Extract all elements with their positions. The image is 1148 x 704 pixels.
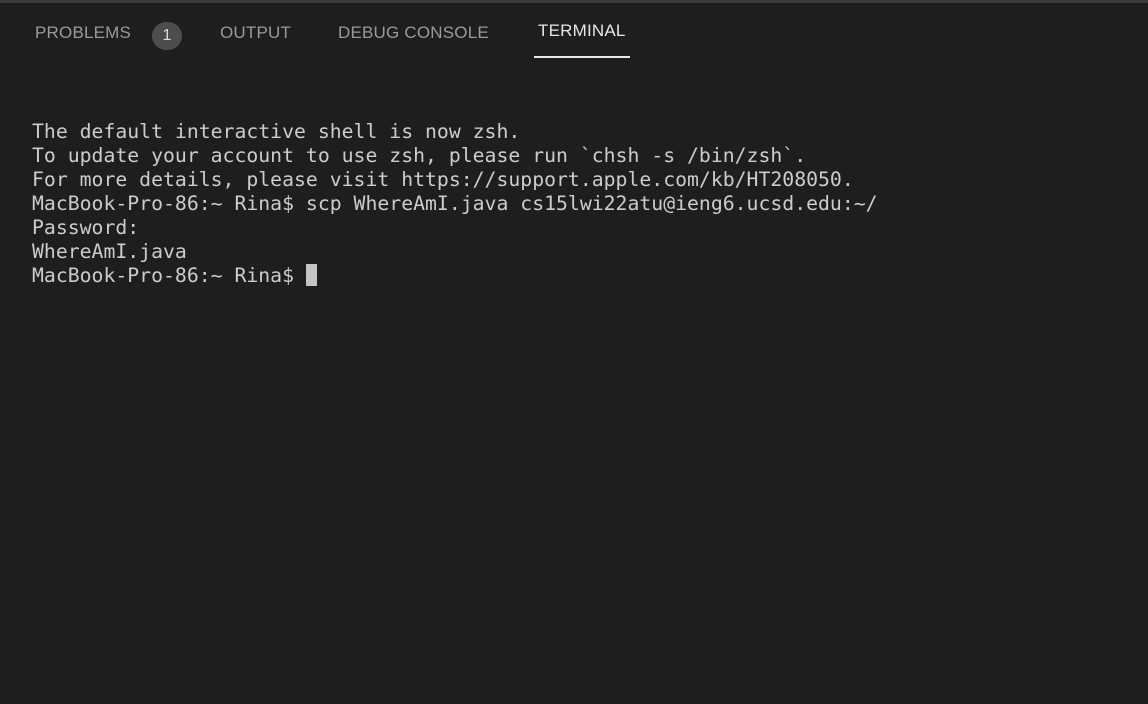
terminal-line: Password: <box>32 216 140 239</box>
tab-debug-console[interactable]: DEBUG CONSOLE <box>338 3 489 60</box>
terminal-line: WhereAmI.java <box>32 240 187 263</box>
terminal-cursor <box>305 264 317 286</box>
terminal-line: For more details, please visit https://s… <box>32 168 854 191</box>
tab-terminal[interactable]: TERMINAL <box>534 1 630 58</box>
tab-output[interactable]: OUTPUT <box>220 3 291 60</box>
tab-label: DEBUG CONSOLE <box>338 23 489 42</box>
tab-problems[interactable]: PROBLEMS <box>35 3 131 60</box>
terminal-prompt-line: MacBook-Pro-86:~ Rina$ <box>32 264 878 288</box>
terminal-output[interactable]: The default interactive shell is now zsh… <box>32 120 878 288</box>
terminal-line: MacBook-Pro-86:~ Rina$ scp WhereAmI.java… <box>32 192 878 215</box>
tab-label: TERMINAL <box>538 21 626 40</box>
tab-label: OUTPUT <box>220 23 292 42</box>
terminal-line: The default interactive shell is now zsh… <box>32 120 521 143</box>
terminal-line: To update your account to use zsh, pleas… <box>32 144 807 167</box>
problems-count-badge: 1 <box>152 22 182 50</box>
terminal-prompt: MacBook-Pro-86:~ Rina$ <box>32 264 306 287</box>
tab-label: PROBLEMS <box>35 23 132 42</box>
panel-tabs: PROBLEMS 1 OUTPUT DEBUG CONSOLE TERMINAL <box>0 3 1148 60</box>
